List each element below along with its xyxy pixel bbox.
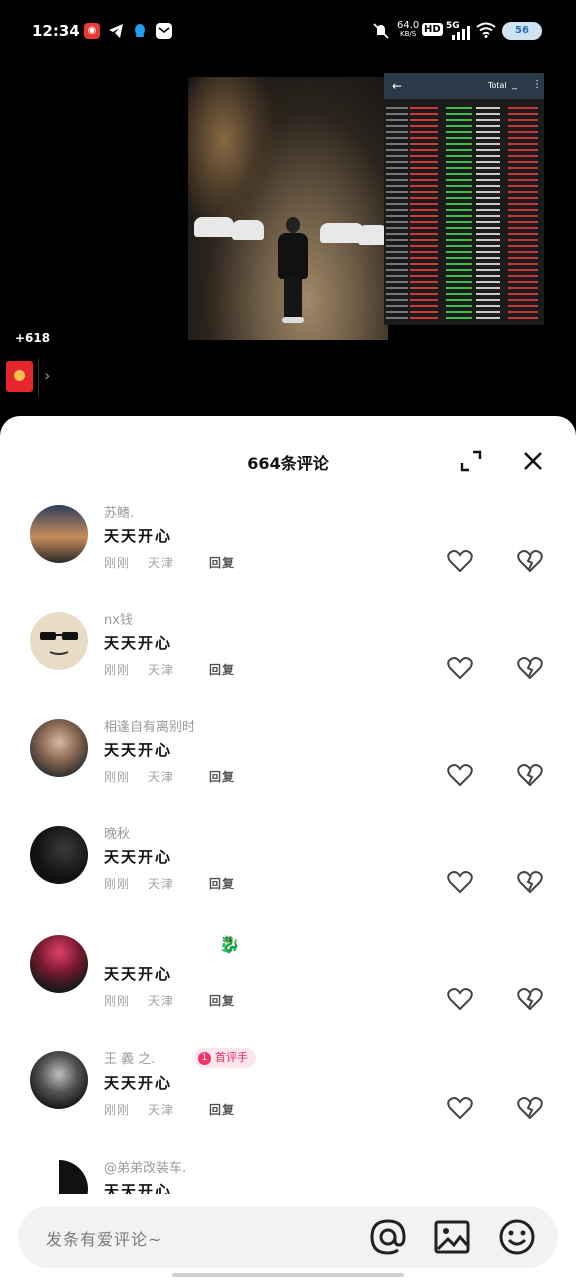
image-icon[interactable] — [434, 1219, 470, 1255]
comment-author[interactable]: 苏鳍. — [104, 502, 134, 521]
comment-author[interactable]: 相逢自有离别时 — [104, 716, 195, 735]
net-speed: 64.0 KB/S — [397, 21, 419, 39]
mail-icon — [156, 23, 172, 39]
telegram-icon — [108, 23, 124, 39]
comment-time: 刚刚 — [104, 770, 131, 784]
heart-icon[interactable] — [447, 763, 473, 787]
comment-text: 天天开心 — [104, 1074, 173, 1092]
heart-icon[interactable] — [447, 987, 473, 1011]
dislike-icon[interactable] — [517, 870, 544, 894]
terminal-title: Total — [488, 81, 507, 90]
comment-input-bar[interactable]: 发条有爱评论~ — [18, 1206, 558, 1268]
video-photo[interactable] — [188, 77, 388, 340]
more-icon[interactable]: ⋮ — [532, 79, 542, 90]
reply-button[interactable]: 回复 — [209, 992, 235, 1009]
heart-icon[interactable] — [447, 1096, 473, 1120]
heart-icon[interactable] — [447, 870, 473, 894]
wifi-icon — [476, 22, 496, 41]
badge-number: 1 — [198, 1051, 211, 1065]
comment-location: 天津 — [148, 994, 175, 1008]
avatar[interactable] — [30, 719, 88, 777]
dislike-icon[interactable] — [517, 656, 544, 680]
comment-author[interactable]: 王 義 之. — [104, 1048, 155, 1067]
heart-icon[interactable] — [447, 549, 473, 573]
terminal-overlay: ← Total _ ⋮ — [384, 73, 544, 325]
dislike-icon[interactable] — [517, 763, 544, 787]
comments-sheet: 664条评论 苏鳍. 天天开心 刚刚 天津 回复 nx钱 天天开心 刚刚 天津 … — [0, 416, 576, 1280]
comment-location: 天津 — [148, 1103, 175, 1117]
comment-author[interactable]: @弟弟改装车. — [104, 1157, 186, 1176]
terminal-column — [386, 103, 408, 323]
hd-indicator: HD — [422, 23, 443, 36]
person — [278, 217, 308, 340]
comment-text: 天天开心 — [104, 634, 173, 652]
badge-label: 首评手 — [215, 1051, 248, 1064]
expand-icon[interactable] — [460, 450, 482, 472]
avatar[interactable] — [30, 826, 88, 884]
comment-author[interactable]: 晚秋 — [104, 823, 130, 842]
status-time: 12:34 — [32, 22, 80, 40]
terminal-column — [410, 103, 438, 323]
terminal-column — [508, 103, 538, 323]
net-speed-unit: KB/S — [400, 30, 417, 38]
comment-time: 刚刚 — [104, 994, 131, 1008]
terminal-toolbar: ← Total _ ⋮ — [384, 73, 544, 99]
reply-button[interactable]: 回复 — [209, 554, 235, 571]
reply-button[interactable]: 回复 — [209, 1101, 235, 1118]
qq-icon — [132, 23, 148, 39]
avatar[interactable] — [30, 612, 88, 670]
signal-icon — [450, 26, 470, 43]
heart-icon[interactable] — [447, 656, 473, 680]
first-commenter-badge: 1 首评手 — [194, 1048, 256, 1068]
comment-location: 天津 — [148, 556, 175, 570]
home-indicator[interactable] — [172, 1273, 404, 1277]
avatar[interactable] — [30, 1051, 88, 1109]
comment-text: 天天开心 — [104, 848, 173, 866]
comment-location: 天津 — [148, 663, 175, 677]
dislike-icon[interactable] — [517, 987, 544, 1011]
avatar[interactable] — [30, 935, 88, 993]
minimize-icon[interactable]: _ — [512, 79, 517, 90]
comment-time: 刚刚 — [104, 877, 131, 891]
comment-location: 天津 — [148, 877, 175, 891]
gift-count: +618 — [15, 331, 51, 345]
car — [194, 217, 234, 237]
comment-input[interactable]: 发条有爱评论~ — [46, 1226, 162, 1250]
mute-icon — [372, 22, 390, 43]
red-envelope-icon[interactable] — [6, 361, 33, 392]
divider — [38, 359, 39, 397]
mention-icon[interactable] — [369, 1218, 407, 1256]
reply-button[interactable]: 回复 — [209, 875, 235, 892]
dragon-icon: 🐉 — [219, 935, 241, 955]
comment-time: 刚刚 — [104, 556, 131, 570]
battery-icon: 56 — [502, 22, 542, 40]
dislike-icon[interactable] — [517, 1096, 544, 1120]
reply-button[interactable]: 回复 — [209, 768, 235, 785]
dislike-icon[interactable] — [517, 549, 544, 573]
comment-author[interactable]: nx钱 — [104, 609, 133, 628]
comment-text: 天天开心 — [104, 527, 173, 545]
status-bar: 12:34 ◉ 64.0 KB/S HD 5G 56 — [0, 0, 576, 64]
car — [232, 220, 264, 240]
avatar[interactable] — [30, 505, 88, 563]
comment-text: 天天开心 — [104, 741, 173, 759]
emoji-icon[interactable] — [498, 1218, 536, 1256]
netease-music-icon: ◉ — [84, 23, 100, 39]
terminal-column — [476, 103, 500, 323]
close-icon[interactable] — [521, 449, 545, 473]
comment-location: 天津 — [148, 770, 175, 784]
comments-title: 664条评论 — [247, 454, 329, 473]
back-arrow-icon[interactable]: ← — [392, 79, 402, 93]
reply-button[interactable]: 回复 — [209, 661, 235, 678]
chevron-right-icon[interactable]: › — [44, 366, 50, 385]
terminal-column — [446, 103, 472, 323]
comment-text: 天天开心 — [104, 965, 173, 983]
net-speed-value: 64.0 — [397, 20, 420, 31]
comment-time: 刚刚 — [104, 663, 131, 677]
comment-time: 刚刚 — [104, 1103, 131, 1117]
tree — [188, 77, 278, 237]
